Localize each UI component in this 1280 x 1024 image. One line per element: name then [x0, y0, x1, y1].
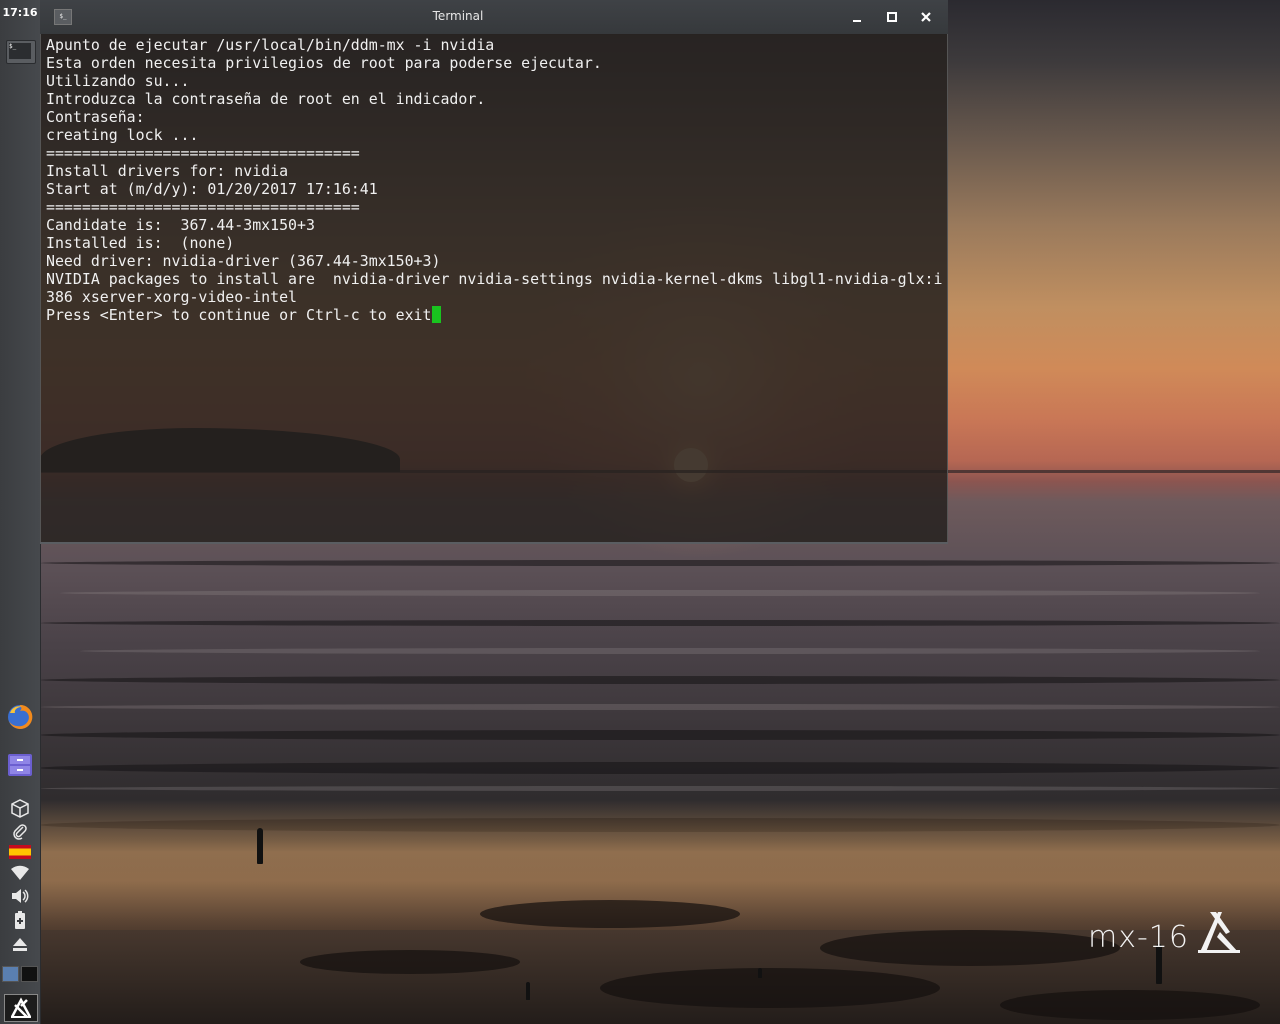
- network-tray[interactable]: [0, 864, 40, 882]
- terminal-line: Introduzca la contraseña de root en el i…: [46, 90, 486, 108]
- left-panel: 17:16 $_: [0, 0, 41, 1024]
- maximize-button[interactable]: [881, 6, 903, 28]
- terminal-window: $_ Terminal Apunto de ejecutar /usr/loca…: [40, 0, 948, 544]
- close-icon: [921, 12, 931, 22]
- package-updater-tray[interactable]: [0, 796, 40, 820]
- window-titlebar[interactable]: $_ Terminal: [40, 0, 948, 35]
- terminal-line: 386 xserver-xorg-video-intel: [46, 288, 298, 306]
- eject-icon: [13, 938, 27, 951]
- keyboard-layout-tray[interactable]: [0, 844, 40, 860]
- paperclip-icon: [13, 824, 27, 840]
- battery-tray[interactable]: [0, 910, 40, 930]
- terminal-cursor: [431, 306, 441, 323]
- workspace-1[interactable]: [2, 966, 19, 982]
- taskbar-terminal-button[interactable]: $_: [6, 40, 36, 64]
- terminal-line: Esta orden necesita privilegios de root …: [46, 54, 602, 72]
- panel-clock[interactable]: 17:16: [0, 6, 40, 19]
- minimize-icon: [853, 20, 861, 22]
- minimize-button[interactable]: [846, 6, 868, 28]
- eject-tray[interactable]: [0, 934, 40, 954]
- terminal-line: Candidate is: 367.44-3mx150+3: [46, 216, 315, 234]
- firefox-icon: [8, 704, 33, 729]
- wifi-icon: [11, 865, 29, 880]
- volume-tray[interactable]: [0, 886, 40, 906]
- terminal-line: Utilizando su...: [46, 72, 190, 90]
- workspace-pager[interactable]: [2, 966, 38, 982]
- volume-icon: [12, 889, 29, 903]
- terminal-line: ===================================: [46, 144, 360, 162]
- person-silhouette: [257, 828, 263, 864]
- mx-logo-text: mx-16: [1088, 920, 1189, 955]
- bird-silhouette: [526, 982, 530, 1000]
- maximize-icon: [887, 12, 897, 22]
- terminal-line: ===================================: [46, 198, 360, 216]
- start-menu-button[interactable]: [4, 994, 38, 1022]
- spain-flag-icon: [9, 845, 31, 859]
- terminal-line: Apunto de ejecutar /usr/local/bin/ddm-mx…: [46, 36, 495, 54]
- terminal-line: Need driver: nvidia-driver (367.44-3mx15…: [46, 252, 441, 270]
- terminal-line: creating lock ...: [46, 126, 199, 144]
- terminal-task-icon: $_: [9, 43, 31, 59]
- package-box-icon: [11, 799, 29, 818]
- terminal-prompt: Press <Enter> to continue or Ctrl-c to e…: [46, 306, 432, 324]
- file-manager-launcher[interactable]: [0, 750, 40, 780]
- terminal-line: Contraseña:: [46, 108, 145, 126]
- terminal-line: Installed is: (none): [46, 234, 235, 252]
- window-title: Terminal: [432, 9, 484, 23]
- terminal-line: Start at (m/d/y): 01/20/2017 17:16:41: [46, 180, 378, 198]
- terminal-line: Install drivers for: nvidia: [46, 162, 289, 180]
- terminal-output[interactable]: Apunto de ejecutar /usr/local/bin/ddm-mx…: [40, 34, 948, 543]
- firefox-launcher[interactable]: [0, 702, 40, 732]
- workspace-2[interactable]: [21, 966, 38, 982]
- window-bottom-border: [40, 542, 948, 544]
- mx-logo-mark-icon: [1198, 912, 1240, 953]
- terminal-text: Apunto de ejecutar /usr/local/bin/ddm-mx…: [46, 36, 943, 324]
- bird-silhouette: [758, 968, 762, 978]
- file-manager-icon: [8, 754, 32, 776]
- mx-logo: mx-16: [1088, 910, 1248, 956]
- mx-logo-icon: [10, 997, 32, 1018]
- clipboard-tray[interactable]: [0, 822, 40, 842]
- battery-icon: [15, 911, 25, 929]
- close-button[interactable]: [915, 6, 937, 28]
- terminal-line: NVIDIA packages to install are nvidia-dr…: [46, 270, 943, 288]
